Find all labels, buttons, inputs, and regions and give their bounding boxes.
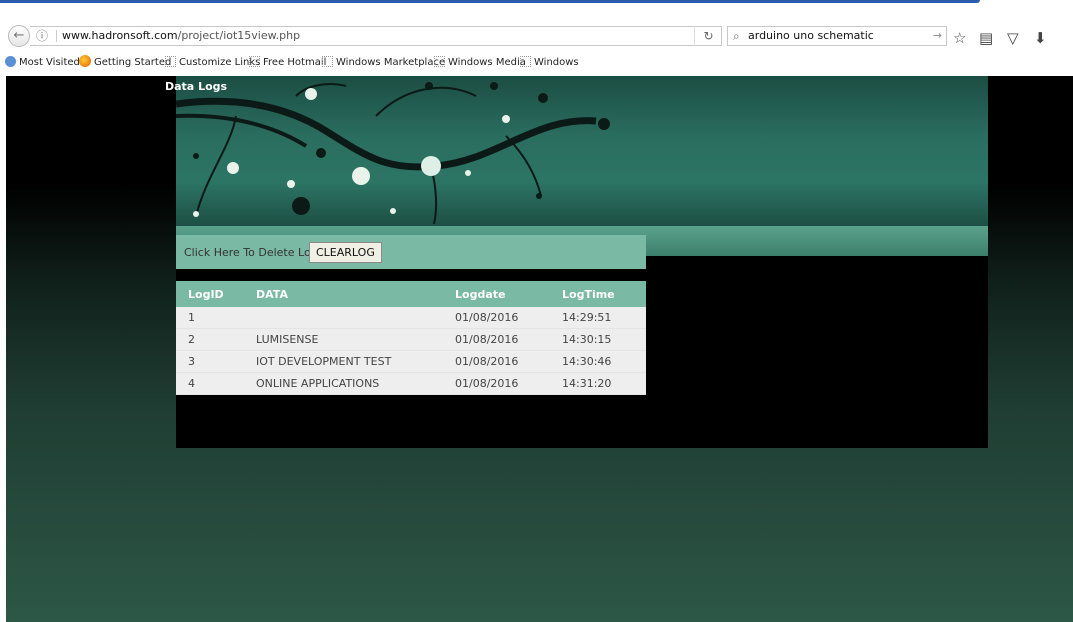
cell-logdate: 01/08/2016	[443, 350, 550, 373]
cell-logid: 1	[176, 307, 244, 329]
table-row: 3 IOT DEVELOPMENT TEST 01/08/2016 14:30:…	[176, 350, 646, 373]
cell-logdate: 01/08/2016	[443, 328, 550, 351]
cell-logtime: 14:30:15	[550, 328, 646, 351]
bookmarks-menu-icon[interactable]: ▤	[979, 30, 993, 46]
bookmark-windows-marketplace[interactable]: Windows Marketplace	[322, 54, 445, 72]
reload-button[interactable]: ↻	[694, 26, 722, 46]
bookmark-label: Free Hotmail	[263, 57, 327, 68]
cell-data: LUMISENSE	[244, 328, 443, 351]
branch-ornament-image	[176, 82, 610, 225]
logs-table: LogID DATA Logdate LogTime 1 01/08/2016 …	[176, 281, 646, 395]
search-icon: ⌕	[733, 29, 740, 43]
pocket-icon[interactable]: ▽	[1007, 30, 1019, 46]
column-header-logtime[interactable]: LogTime	[550, 281, 646, 307]
content-box: Data Logs Click Here To Delete Logs CLEA…	[165, 76, 988, 448]
cell-data: ONLINE APPLICATIONS	[244, 372, 443, 395]
bookmark-label: Windows Media	[448, 57, 526, 68]
bookmark-star-icon[interactable]: ☆	[953, 30, 966, 46]
globe-icon	[5, 56, 16, 67]
cell-logtime: 14:29:51	[550, 307, 646, 329]
bookmark-icon	[249, 56, 260, 67]
bookmark-most-visited[interactable]: Most Visited	[5, 54, 80, 72]
cell-logtime: 14:30:46	[550, 350, 646, 373]
cell-logid: 2	[176, 328, 244, 351]
bookmark-customize-links[interactable]: Customize Links	[165, 54, 260, 72]
table-header-row: LogID DATA Logdate LogTime	[176, 281, 646, 307]
bookmark-windows[interactable]: Windows	[520, 54, 579, 72]
url-separator	[56, 30, 57, 42]
window-top-border	[0, 0, 980, 3]
cell-data: IOT DEVELOPMENT TEST	[244, 350, 443, 373]
search-input[interactable]: ⌕ arduino uno schematic →	[727, 26, 947, 46]
site-info-icon[interactable]: ⓘ	[36, 27, 48, 45]
browser-chrome: ← ⓘ www.hadronsoft.com/project/iot15view…	[0, 0, 1073, 76]
column-header-logid[interactable]: LogID	[176, 281, 244, 307]
bookmark-getting-started[interactable]: Getting Started	[79, 54, 171, 72]
search-go-icon[interactable]: →	[933, 27, 942, 45]
firefox-icon	[79, 55, 91, 67]
cell-logid: 4	[176, 372, 244, 395]
url-text: www.hadronsoft.com/project/iot15view.php	[62, 27, 300, 45]
url-host: www.hadronsoft.com	[62, 29, 178, 42]
cell-logdate: 01/08/2016	[443, 372, 550, 395]
cell-logtime: 14:31:20	[550, 372, 646, 395]
cell-logid: 3	[176, 350, 244, 373]
back-arrow-icon: ←	[13, 28, 25, 43]
clear-log-panel: Click Here To Delete Logs CLEARLOG	[176, 235, 646, 269]
page-title: Data Logs	[165, 80, 228, 93]
column-header-data[interactable]: DATA	[244, 281, 443, 307]
reload-icon: ↻	[703, 29, 714, 43]
table-row: 1 01/08/2016 14:29:51	[176, 307, 646, 329]
header-banner: Data Logs	[165, 76, 988, 226]
clearlog-button[interactable]: CLEARLOG	[309, 242, 382, 263]
bookmark-label: Most Visited	[19, 57, 80, 68]
bookmark-icon	[520, 56, 531, 67]
bookmark-free-hotmail[interactable]: Free Hotmail	[249, 54, 326, 72]
bookmark-label: Windows Marketplace	[336, 57, 446, 68]
bookmark-label: Getting Started	[94, 57, 172, 68]
address-bar[interactable]: ⓘ www.hadronsoft.com/project/iot15view.p…	[30, 26, 722, 46]
url-path: /project/iot15view.php	[177, 29, 301, 42]
search-text: arduino uno schematic	[748, 29, 874, 42]
bookmark-icon	[165, 56, 176, 67]
cell-data	[244, 307, 443, 329]
navigation-bar: ← ⓘ www.hadronsoft.com/project/iot15view…	[0, 17, 1073, 47]
cell-logdate: 01/08/2016	[443, 307, 550, 329]
bookmark-windows-media[interactable]: Windows Media	[434, 54, 526, 72]
bookmark-icon	[434, 56, 445, 67]
column-header-logdate[interactable]: Logdate	[443, 281, 550, 307]
table-row: 2 LUMISENSE 01/08/2016 14:30:15	[176, 328, 646, 351]
bookmarks-toolbar: Most Visited Getting Started Customize L…	[0, 54, 1073, 72]
download-icon[interactable]: ⬇	[1034, 30, 1047, 46]
clear-log-label: Click Here To Delete Logs	[184, 246, 324, 259]
back-button[interactable]: ←	[8, 25, 30, 47]
table-row: 4 ONLINE APPLICATIONS 01/08/2016 14:31:2…	[176, 372, 646, 395]
bookmark-icon	[322, 56, 333, 67]
bookmark-label: Windows	[534, 57, 579, 68]
page-viewport: Data Logs Click Here To Delete Logs CLEA…	[6, 76, 1073, 622]
